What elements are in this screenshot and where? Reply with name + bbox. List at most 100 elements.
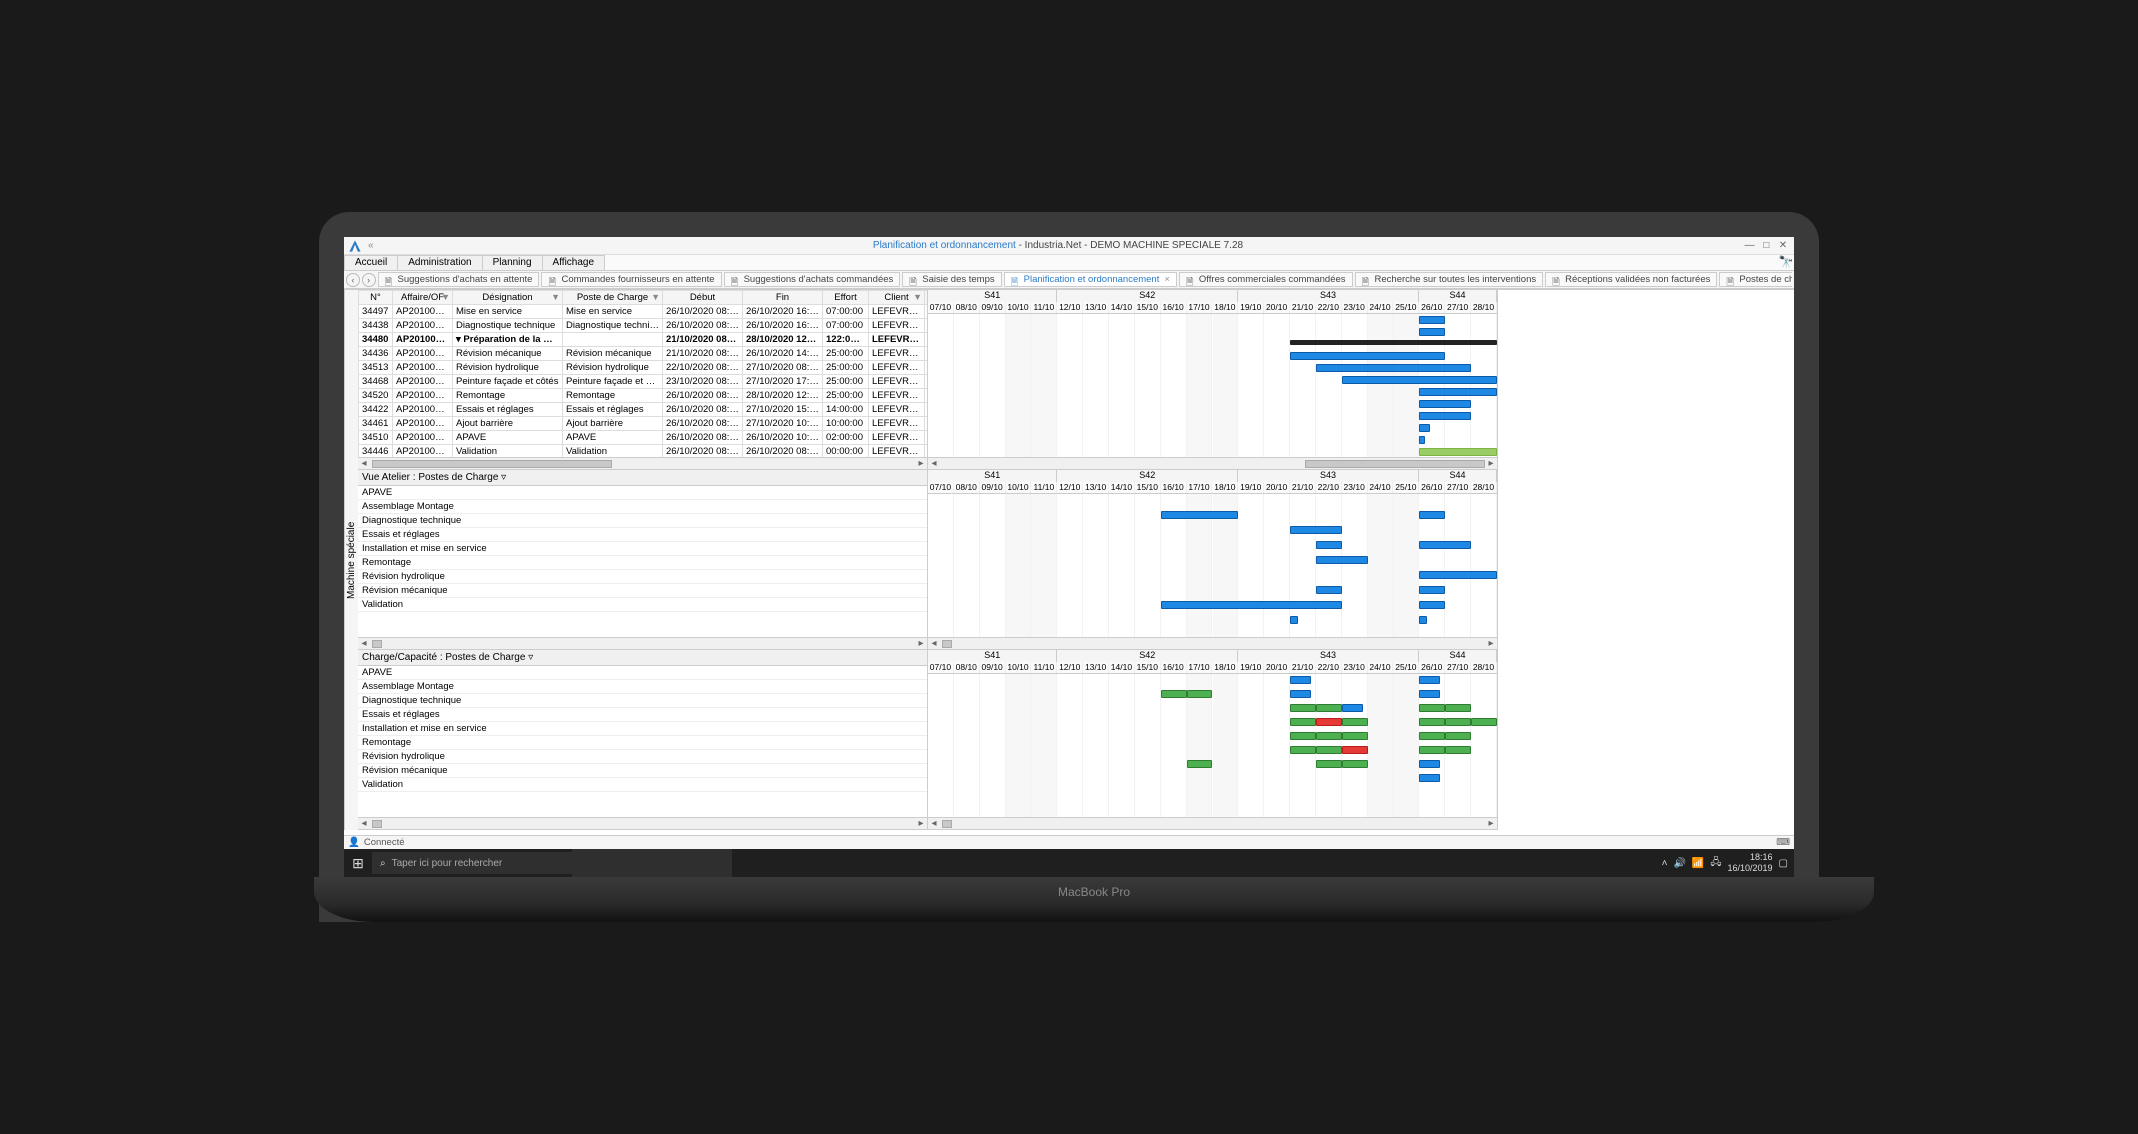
hscrollbar[interactable]: ◂▸ (358, 637, 927, 649)
task-row[interactable]: 34438AP20100018Diagnostique techniqueDia… (359, 319, 928, 333)
resource-row[interactable]: Révision mécanique (358, 584, 927, 598)
gantt-bar[interactable] (1419, 328, 1445, 336)
gantt-bar[interactable] (1419, 448, 1497, 456)
gantt-bar[interactable] (1342, 746, 1368, 754)
resource-row[interactable]: Remontage (358, 736, 927, 750)
gantt-bar[interactable] (1419, 601, 1445, 609)
task-row[interactable]: 34520AP20100018RemontageRemontage26/10/2… (359, 389, 928, 403)
gantt-bar[interactable] (1342, 718, 1368, 726)
menu-administration[interactable]: Administration (397, 255, 482, 270)
resource-row[interactable]: APAVE (358, 486, 927, 500)
resource-row[interactable]: Diagnostique technique (358, 514, 927, 528)
gantt-bar[interactable] (1419, 424, 1429, 432)
hscrollbar[interactable]: ◂▸ (928, 637, 1497, 649)
column-header[interactable]: Désignation▼ (453, 291, 563, 305)
gantt-bar[interactable] (1316, 704, 1342, 712)
gantt-bar[interactable] (1419, 760, 1440, 768)
hscrollbar[interactable]: ◂▸ (928, 817, 1497, 829)
workshop-gantt[interactable] (928, 494, 1497, 637)
tray-wifi-icon[interactable]: 📶 (1692, 858, 1704, 869)
side-category-label[interactable]: Machine spéciale (344, 290, 358, 830)
gantt-bar[interactable] (1419, 541, 1471, 549)
doctab[interactable]: 🗎Saisie des temps (902, 272, 1001, 287)
gantt-bar[interactable] (1290, 340, 1497, 345)
pane-title[interactable]: Vue Atelier : Postes de Charge ▿ (358, 470, 927, 486)
resource-row[interactable]: Essais et réglages (358, 528, 927, 542)
column-header[interactable]: Fin (743, 291, 823, 305)
task-gantt[interactable] (928, 314, 1497, 457)
doctab[interactable]: 🗎Suggestions d'achats commandées (724, 272, 901, 287)
doctab[interactable]: 🗎Offres commerciales commandées (1179, 272, 1353, 287)
gantt-bar[interactable] (1419, 704, 1445, 712)
gantt-bar[interactable] (1290, 690, 1311, 698)
task-row[interactable]: 34513AP20100018Révision hydroliqueRévisi… (359, 361, 928, 375)
gantt-bar[interactable] (1316, 760, 1342, 768)
gantt-bar[interactable] (1290, 718, 1316, 726)
tray-volume-icon[interactable]: 🔊 (1673, 858, 1685, 869)
doctab[interactable]: 🗎Postes de charge (1719, 272, 1792, 287)
gantt-bar[interactable] (1161, 601, 1342, 609)
gantt-bar[interactable] (1316, 556, 1368, 564)
resource-row[interactable]: Validation (358, 778, 927, 792)
gantt-bar[interactable] (1342, 704, 1363, 712)
gantt-bar[interactable] (1419, 732, 1445, 740)
filter-icon[interactable]: ▼ (441, 292, 450, 302)
task-row[interactable]: 34436AP20100018Révision mécaniqueRévisio… (359, 347, 928, 361)
gantt-bar[interactable] (1290, 616, 1298, 624)
column-header[interactable]: Affaire/OF▼ (393, 291, 453, 305)
gantt-bar[interactable] (1342, 732, 1368, 740)
gantt-bar[interactable] (1419, 388, 1497, 396)
task-row[interactable]: 34468AP20100018Peinture façade et côtésP… (359, 375, 928, 389)
gantt-bar[interactable] (1419, 746, 1445, 754)
hscrollbar[interactable]: ◂▸ (928, 457, 1497, 469)
keyboard-icon[interactable]: ⌨ (1776, 837, 1790, 848)
maximize-button[interactable]: □ (1759, 240, 1773, 251)
column-header[interactable]: Code Pdt (925, 291, 928, 305)
filter-icon[interactable]: ▼ (651, 292, 660, 302)
binoculars-icon[interactable]: 🔭 (1778, 255, 1794, 270)
gantt-bar[interactable] (1419, 436, 1424, 444)
resource-row[interactable]: Assemblage Montage (358, 500, 927, 514)
task-row[interactable]: 34461AP20100018Ajout barrièreAjout barri… (359, 417, 928, 431)
gantt-bar[interactable] (1161, 690, 1187, 698)
doctab[interactable]: 🗎Planification et ordonnancement× (1004, 272, 1177, 287)
gantt-bar[interactable] (1419, 400, 1471, 408)
nav-back-button[interactable]: ‹ (346, 273, 360, 287)
gantt-bar[interactable] (1316, 541, 1342, 549)
start-button[interactable]: ⊞ (344, 855, 372, 872)
resource-row[interactable]: Révision hydrolique (358, 570, 927, 584)
notifications-icon[interactable]: ▢ (1779, 858, 1788, 869)
gantt-bar[interactable] (1290, 746, 1316, 754)
column-header[interactable]: Client▼ (869, 291, 925, 305)
gantt-bar[interactable] (1419, 774, 1440, 782)
gantt-bar[interactable] (1187, 690, 1213, 698)
capacity-gantt[interactable] (928, 674, 1497, 817)
menu-accueil[interactable]: Accueil (344, 255, 398, 270)
gantt-bar[interactable] (1445, 704, 1471, 712)
gantt-bar[interactable] (1419, 718, 1445, 726)
resource-row[interactable]: APAVE (358, 666, 927, 680)
close-button[interactable]: ✕ (1776, 240, 1790, 251)
gantt-bar[interactable] (1471, 718, 1497, 726)
gantt-bar[interactable] (1290, 704, 1316, 712)
close-tab-icon[interactable]: × (1164, 274, 1170, 285)
doctab[interactable]: 🗎Recherche sur toutes les interventions (1355, 272, 1544, 287)
minimize-button[interactable]: — (1742, 240, 1756, 251)
gantt-bar[interactable] (1419, 511, 1445, 519)
column-header[interactable]: Début (663, 291, 743, 305)
resource-row[interactable]: Diagnostique technique (358, 694, 927, 708)
nav-forward-button[interactable]: › (362, 273, 376, 287)
doctab[interactable]: 🗎Suggestions d'achats en attente (378, 272, 540, 287)
gantt-bar[interactable] (1419, 316, 1445, 324)
gantt-bar[interactable] (1419, 412, 1471, 420)
gantt-bar[interactable] (1316, 718, 1342, 726)
resource-row[interactable]: Validation (358, 598, 927, 612)
resource-row[interactable]: Révision mécanique (358, 764, 927, 778)
tray-chevron-icon[interactable]: ˄ (1662, 858, 1668, 869)
doctab[interactable]: 🗎Commandes fournisseurs en attente (541, 272, 721, 287)
resource-row[interactable]: Remontage (358, 556, 927, 570)
resource-row[interactable]: Essais et réglages (358, 708, 927, 722)
menu-planning[interactable]: Planning (482, 255, 543, 270)
task-row[interactable]: 34422AP20100018Essais et réglagesEssais … (359, 403, 928, 417)
resource-row[interactable]: Révision hydrolique (358, 750, 927, 764)
